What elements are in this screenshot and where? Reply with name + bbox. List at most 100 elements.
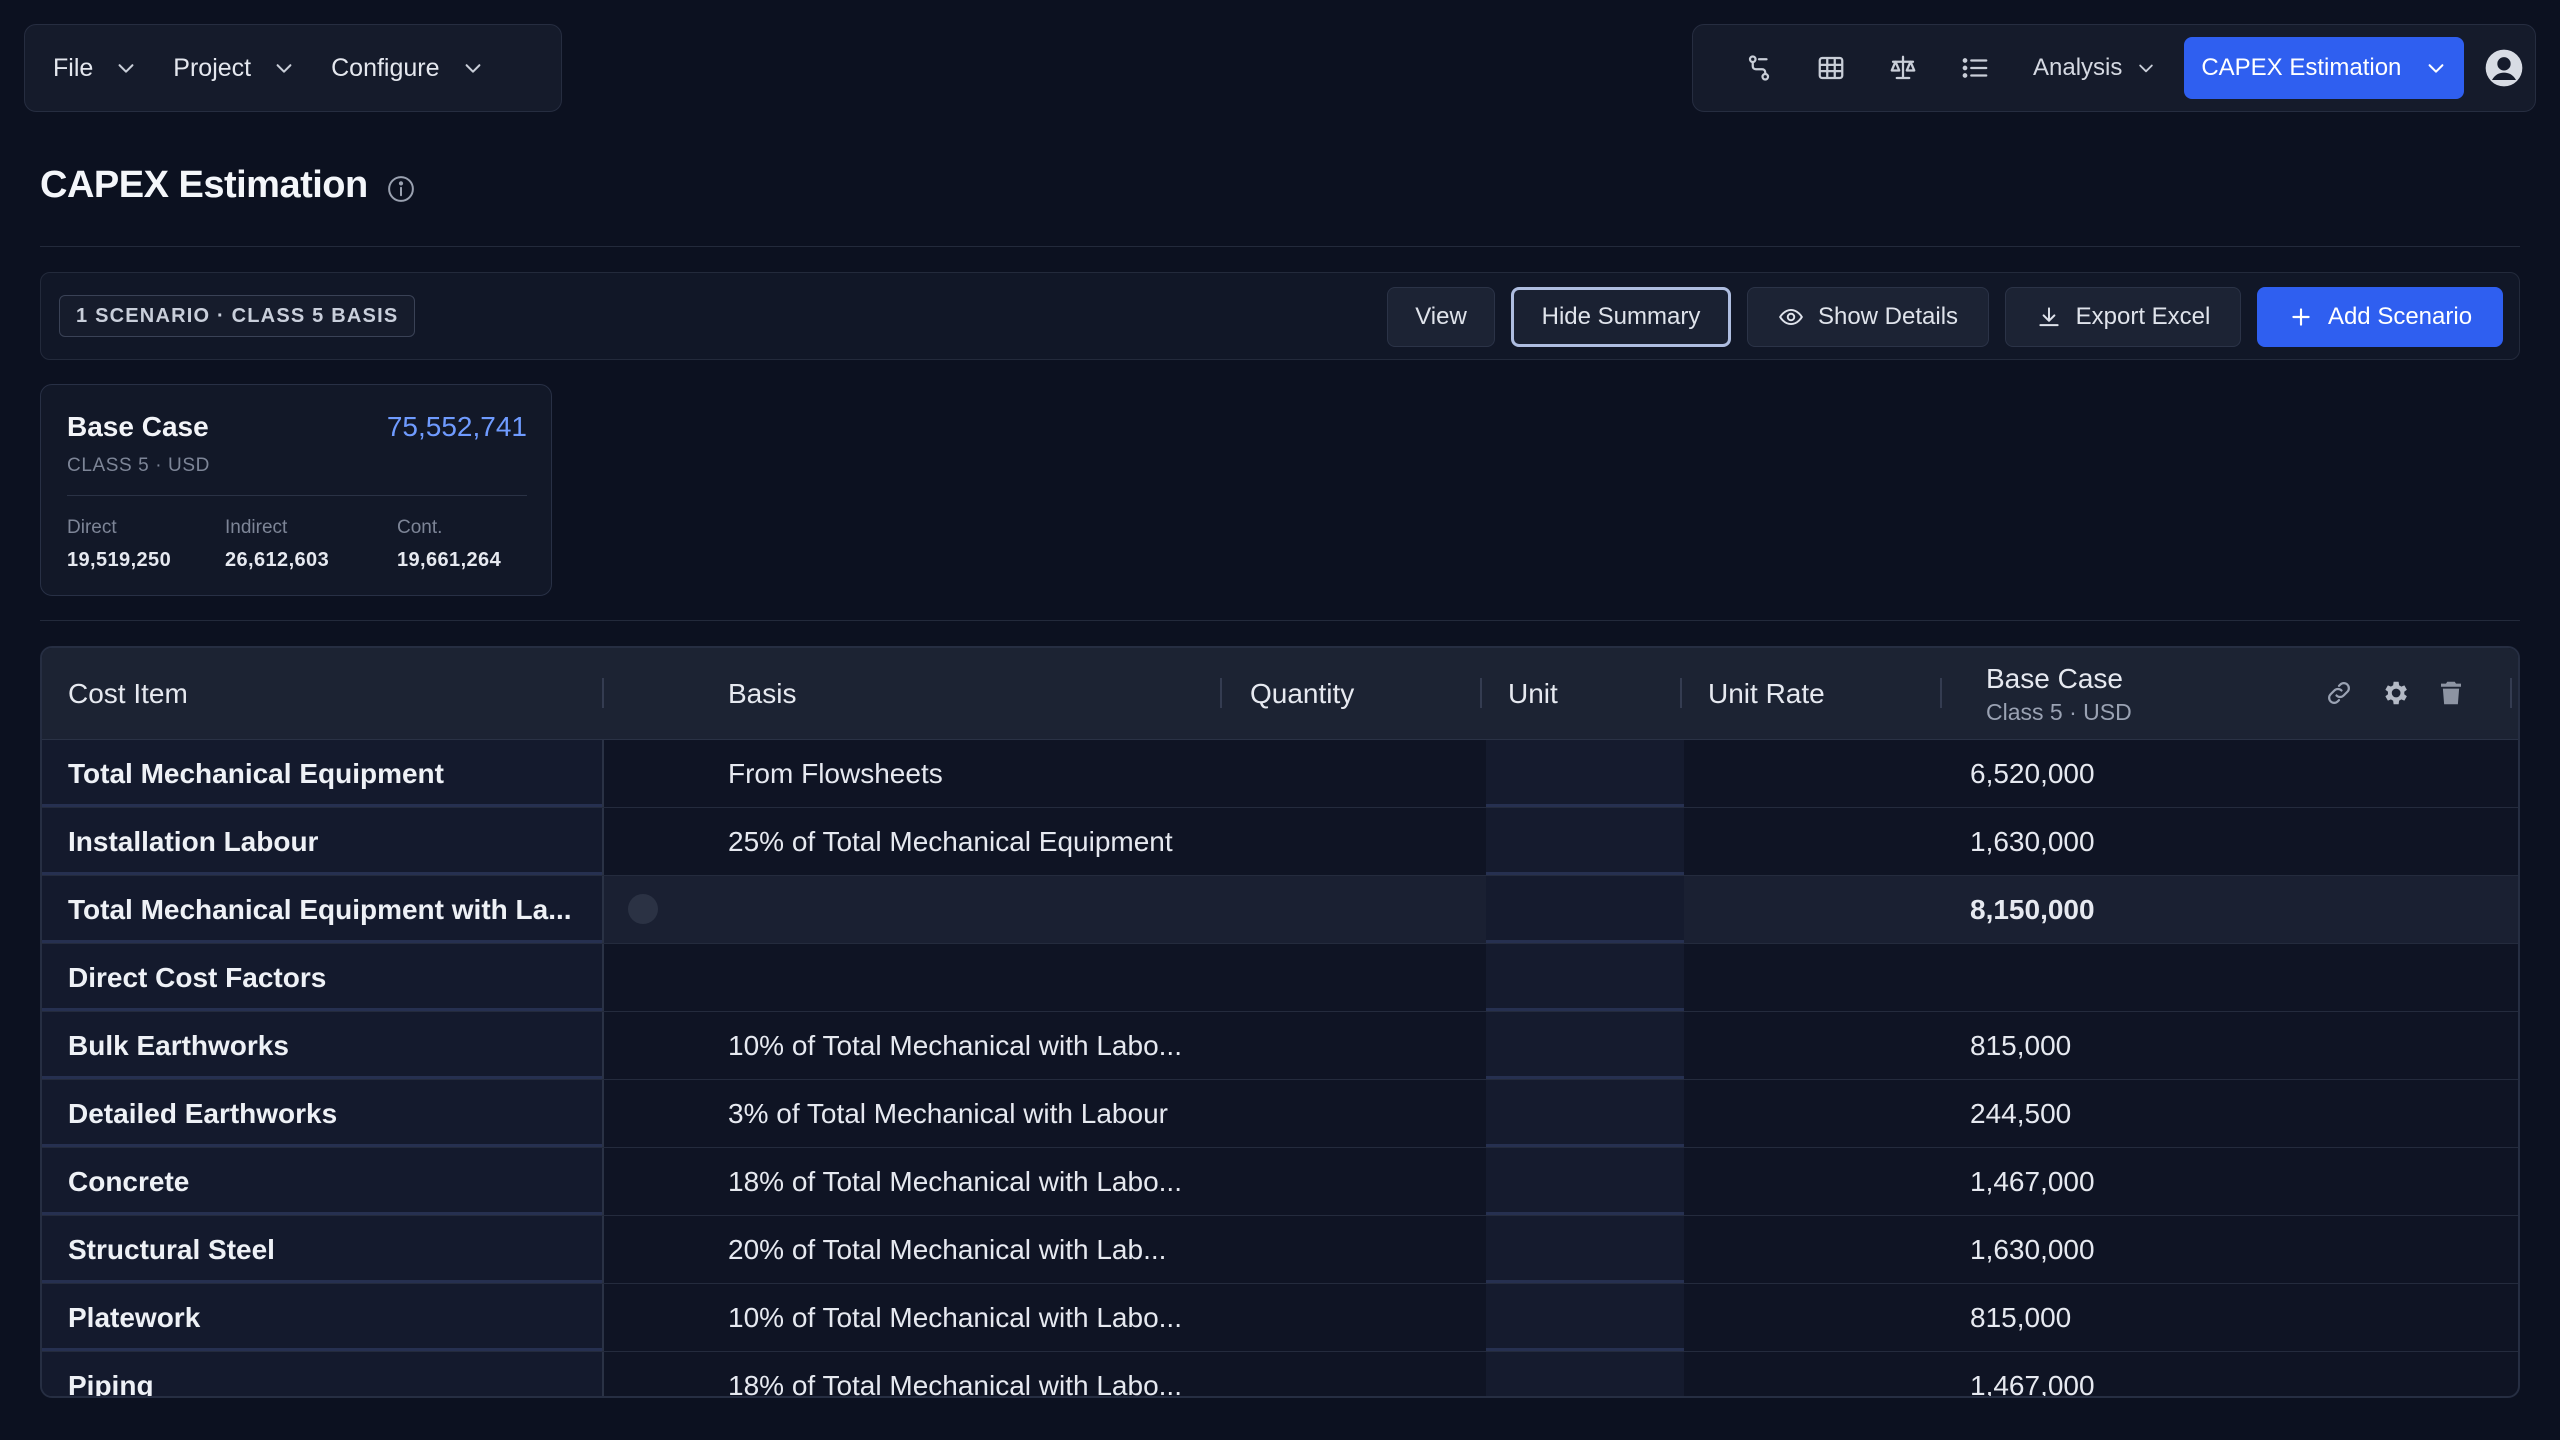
cost-item-cell[interactable]: Bulk Earthworks (42, 1012, 604, 1079)
header-scenario-sub: Class 5 · USD (1986, 698, 2132, 725)
table-row[interactable]: Total Mechanical Equipment with La... 8,1… (42, 876, 2518, 944)
export-excel-button[interactable]: Export Excel (2005, 287, 2241, 347)
table-row[interactable]: Concrete 18% of Total Mechanical with Lab… (42, 1148, 2518, 1216)
column-resize-handle[interactable] (1940, 678, 1942, 708)
direct-label: Direct (67, 517, 117, 538)
scenario-summary-card[interactable]: Base Case 75,552,741 CLASS 5 · USD Direc… (40, 384, 552, 596)
header-unit-rate[interactable]: Unit Rate (1708, 648, 1825, 740)
table-row[interactable]: Piping 18% of Total Mechanical with Labo.… (42, 1352, 2518, 1397)
card-divider (67, 495, 527, 496)
link-icon[interactable] (2324, 678, 2354, 708)
contingency-value: 19,661,264 (397, 549, 502, 571)
basis-cell[interactable]: 10% of Total Mechanical with Labo... (728, 1284, 1182, 1351)
capex-estimation-dropdown[interactable]: CAPEX Estimation (2184, 37, 2465, 99)
column-resize-handle[interactable] (1480, 678, 1482, 708)
scenario-value-cell[interactable]: 1,467,000 (1970, 1352, 2095, 1397)
unit-cell[interactable] (1486, 1352, 1684, 1396)
cost-item-cell[interactable]: Direct Cost Factors (42, 944, 604, 1011)
basis-cell[interactable]: 20% of Total Mechanical with Lab... (728, 1216, 1166, 1283)
file-menu[interactable]: File (53, 54, 137, 83)
unit-cell[interactable] (1486, 808, 1684, 875)
page-title: CAPEX Estimation (40, 164, 368, 206)
header-basis[interactable]: Basis (728, 648, 796, 740)
basis-cell[interactable]: 18% of Total Mechanical with Labo... (728, 1352, 1182, 1397)
basis-cell[interactable]: 18% of Total Mechanical with Labo... (728, 1148, 1182, 1215)
scenario-value-cell[interactable]: 8,150,000 (1970, 876, 2095, 943)
cost-item-cell[interactable]: Structural Steel (42, 1216, 604, 1283)
indirect-value: 26,612,603 (225, 549, 330, 571)
table-body: Total Mechanical Equipment From Flowsheet… (42, 740, 2518, 1397)
analysis-dropdown[interactable]: Analysis (2033, 54, 2156, 82)
header-unit[interactable]: Unit (1508, 648, 1558, 740)
basis-cell[interactable]: 3% of Total Mechanical with Labour (728, 1080, 1168, 1147)
table-row[interactable]: Direct Cost Factors (42, 944, 2518, 1012)
chevron-down-icon (465, 64, 480, 73)
view-button[interactable]: View (1387, 287, 1495, 347)
configure-menu[interactable]: Configure (331, 54, 483, 83)
cost-item-cell[interactable]: Total Mechanical Equipment (42, 740, 604, 807)
hide-summary-button[interactable]: Hide Summary (1511, 287, 1731, 347)
table-row[interactable]: Detailed Earthworks 3% of Total Mechanica… (42, 1080, 2518, 1148)
summary-divider (40, 620, 2520, 621)
gear-icon[interactable] (2380, 678, 2410, 708)
scenario-value-cell[interactable]: 1,467,000 (1970, 1148, 2095, 1215)
unit-cell[interactable] (1486, 1148, 1684, 1215)
cost-item-cell[interactable]: Piping (42, 1352, 604, 1396)
cost-item-cell[interactable]: Installation Labour (42, 808, 604, 875)
unit-cell[interactable] (1486, 1216, 1684, 1283)
scenario-value-cell[interactable]: 1,630,000 (1970, 808, 2095, 875)
show-details-button[interactable]: Show Details (1747, 287, 1989, 347)
table-row[interactable]: Structural Steel 20% of Total Mechanical … (42, 1216, 2518, 1284)
chevron-down-icon (118, 64, 134, 73)
column-resize-handle[interactable] (1220, 678, 1222, 708)
table-row[interactable]: Total Mechanical Equipment From Flowsheet… (42, 740, 2518, 808)
chevron-down-icon (2139, 64, 2154, 73)
header-scenario-name: Base Case (1986, 662, 2123, 694)
unit-cell[interactable] (1486, 1012, 1684, 1079)
table-row[interactable]: Bulk Earthworks 10% of Total Mechanical w… (42, 1012, 2518, 1080)
unit-cell[interactable] (1486, 944, 1684, 1011)
indirect-label: Indirect (225, 517, 288, 538)
project-menu[interactable]: Project (173, 54, 295, 83)
header-quantity[interactable]: Quantity (1250, 648, 1354, 740)
view-toolbar: Analysis CAPEX Estimation (1692, 24, 2536, 112)
scenario-value-cell[interactable]: 6,520,000 (1970, 740, 2095, 807)
table-row[interactable]: Installation Labour 25% of Total Mechanic… (42, 808, 2518, 876)
column-resize-handle[interactable] (2510, 678, 2512, 708)
unit-cell[interactable] (1486, 1080, 1684, 1147)
indirect-cost-summary: Indirect 26,612,603 (225, 517, 329, 572)
title-divider (40, 246, 2520, 247)
basis-cell[interactable]: 10% of Total Mechanical with Labo... (728, 1012, 1182, 1079)
column-resize-handle[interactable] (602, 678, 604, 708)
table-row[interactable]: Platework 10% of Total Mechanical with La… (42, 1284, 2518, 1352)
row-indicator-dot (628, 894, 658, 924)
cost-item-cell[interactable]: Total Mechanical Equipment with La... (42, 876, 604, 943)
basis-cell[interactable]: From Flowsheets (728, 740, 943, 807)
user-avatar-icon[interactable] (2484, 48, 2524, 88)
direct-cost-summary: Direct 19,519,250 (67, 517, 171, 572)
compare-view-button[interactable] (1867, 40, 1939, 96)
file-menu-label: File (53, 53, 94, 82)
cost-item-cell[interactable]: Concrete (42, 1148, 604, 1215)
unit-cell[interactable] (1486, 1284, 1684, 1351)
cost-item-cell[interactable]: Platework (42, 1284, 604, 1351)
header-cost-item[interactable]: Cost Item (68, 648, 188, 740)
column-resize-handle[interactable] (1680, 678, 1682, 708)
scenario-value-cell[interactable]: 815,000 (1970, 1284, 2071, 1351)
header-scenario[interactable]: Base Case Class 5 · USD (1986, 648, 2132, 740)
scenario-value-cell[interactable]: 244,500 (1970, 1080, 2071, 1147)
info-icon[interactable] (386, 174, 416, 204)
cost-item-cell[interactable]: Detailed Earthworks (42, 1080, 604, 1147)
list-view-button[interactable] (1939, 40, 2011, 96)
trash-icon[interactable] (2436, 678, 2466, 708)
basis-cell[interactable]: 25% of Total Mechanical Equipment (728, 808, 1173, 875)
unit-cell[interactable] (1486, 876, 1684, 943)
contingency-label: Cont. (397, 517, 443, 538)
download-icon (2038, 307, 2059, 327)
add-scenario-button[interactable]: Add Scenario (2257, 287, 2503, 347)
scenario-value-cell[interactable]: 1,630,000 (1970, 1216, 2095, 1283)
unit-cell[interactable] (1486, 740, 1684, 807)
table-view-button[interactable] (1795, 40, 1867, 96)
flowsheet-view-button[interactable] (1723, 40, 1795, 96)
scenario-value-cell[interactable]: 815,000 (1970, 1012, 2071, 1079)
